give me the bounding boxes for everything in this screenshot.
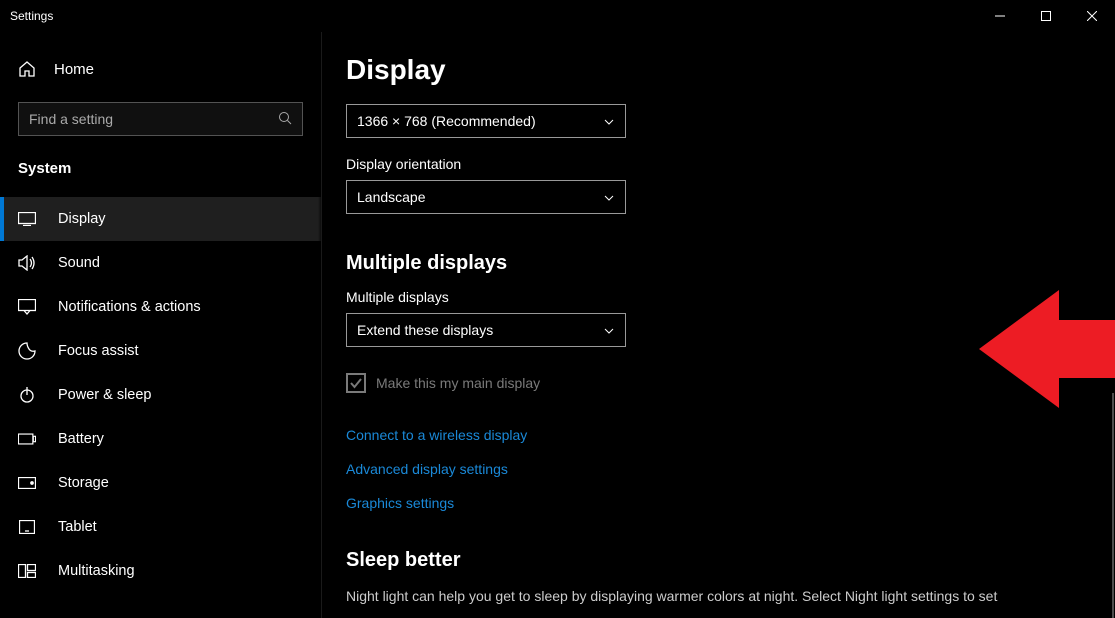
dropdown-value: Extend these displays — [357, 322, 493, 338]
nav-item-label: Sound — [58, 255, 100, 271]
tablet-icon — [18, 518, 36, 536]
checkbox-label: Make this my main display — [376, 375, 540, 391]
link-graphics-settings[interactable]: Graphics settings — [346, 495, 1091, 511]
links-section: Connect to a wireless display Advanced d… — [346, 427, 1091, 511]
search-box[interactable] — [18, 102, 303, 136]
nav-item-label: Focus assist — [58, 343, 139, 359]
orientation-label: Display orientation — [346, 156, 1091, 172]
nav-item-label: Power & sleep — [58, 387, 152, 403]
page-title: Display — [346, 54, 1091, 86]
nav-list: Display Sound Notifications & actions Fo… — [0, 197, 321, 593]
sidebar-item-battery[interactable]: Battery — [0, 417, 321, 461]
close-button[interactable] — [1069, 0, 1115, 32]
maximize-button[interactable] — [1023, 0, 1069, 32]
dropdown-value: Landscape — [357, 189, 426, 205]
sidebar-item-display[interactable]: Display — [0, 197, 321, 241]
sleep-better-heading: Sleep better — [346, 549, 1091, 572]
sidebar-item-storage[interactable]: Storage — [0, 461, 321, 505]
home-label: Home — [54, 61, 94, 78]
main-content: Display 1366 × 768 (Recommended) Display… — [322, 32, 1115, 618]
sidebar: Home System Display Sound — [0, 32, 322, 618]
search-icon — [278, 111, 292, 128]
minimize-button[interactable] — [977, 0, 1023, 32]
window-title: Settings — [10, 9, 53, 23]
window-controls — [977, 0, 1115, 32]
notifications-icon — [18, 298, 36, 316]
multitasking-icon — [18, 562, 36, 580]
power-icon — [18, 386, 36, 404]
chevron-down-icon — [603, 324, 615, 336]
sidebar-section-label: System — [0, 156, 321, 197]
chevron-down-icon — [603, 191, 615, 203]
sidebar-item-multitasking[interactable]: Multitasking — [0, 549, 321, 593]
sidebar-item-power-sleep[interactable]: Power & sleep — [0, 373, 321, 417]
scrollbar[interactable] — [1112, 393, 1114, 618]
nav-item-label: Notifications & actions — [58, 299, 201, 315]
nav-item-label: Multitasking — [58, 563, 135, 579]
sidebar-item-focus-assist[interactable]: Focus assist — [0, 329, 321, 373]
nav-item-label: Tablet — [58, 519, 97, 535]
main-display-checkbox-row: Make this my main display — [346, 373, 1091, 393]
chevron-down-icon — [603, 115, 615, 127]
multiple-displays-label: Multiple displays — [346, 289, 1091, 305]
sleep-better-body: Night light can help you get to sleep by… — [346, 586, 1091, 606]
nav-item-label: Battery — [58, 431, 104, 447]
sound-icon — [18, 254, 36, 272]
battery-icon — [18, 430, 36, 448]
display-icon — [18, 210, 36, 228]
sidebar-item-sound[interactable]: Sound — [0, 241, 321, 285]
storage-icon — [18, 474, 36, 492]
resolution-dropdown[interactable]: 1366 × 768 (Recommended) — [346, 104, 626, 138]
multiple-displays-dropdown[interactable]: Extend these displays — [346, 313, 626, 347]
link-advanced-display[interactable]: Advanced display settings — [346, 461, 1091, 477]
multiple-displays-heading: Multiple displays — [346, 252, 1091, 275]
main-display-checkbox[interactable] — [346, 373, 366, 393]
home-icon — [18, 60, 36, 78]
dropdown-value: 1366 × 768 (Recommended) — [357, 113, 536, 129]
nav-item-label: Storage — [58, 475, 109, 491]
search-input[interactable] — [29, 111, 278, 127]
nav-item-label: Display — [58, 211, 106, 227]
focus-assist-icon — [18, 342, 36, 360]
sidebar-item-tablet[interactable]: Tablet — [0, 505, 321, 549]
orientation-dropdown[interactable]: Landscape — [346, 180, 626, 214]
sidebar-item-notifications[interactable]: Notifications & actions — [0, 285, 321, 329]
titlebar: Settings — [0, 0, 1115, 32]
link-wireless-display[interactable]: Connect to a wireless display — [346, 427, 1091, 443]
sidebar-home[interactable]: Home — [0, 50, 321, 88]
